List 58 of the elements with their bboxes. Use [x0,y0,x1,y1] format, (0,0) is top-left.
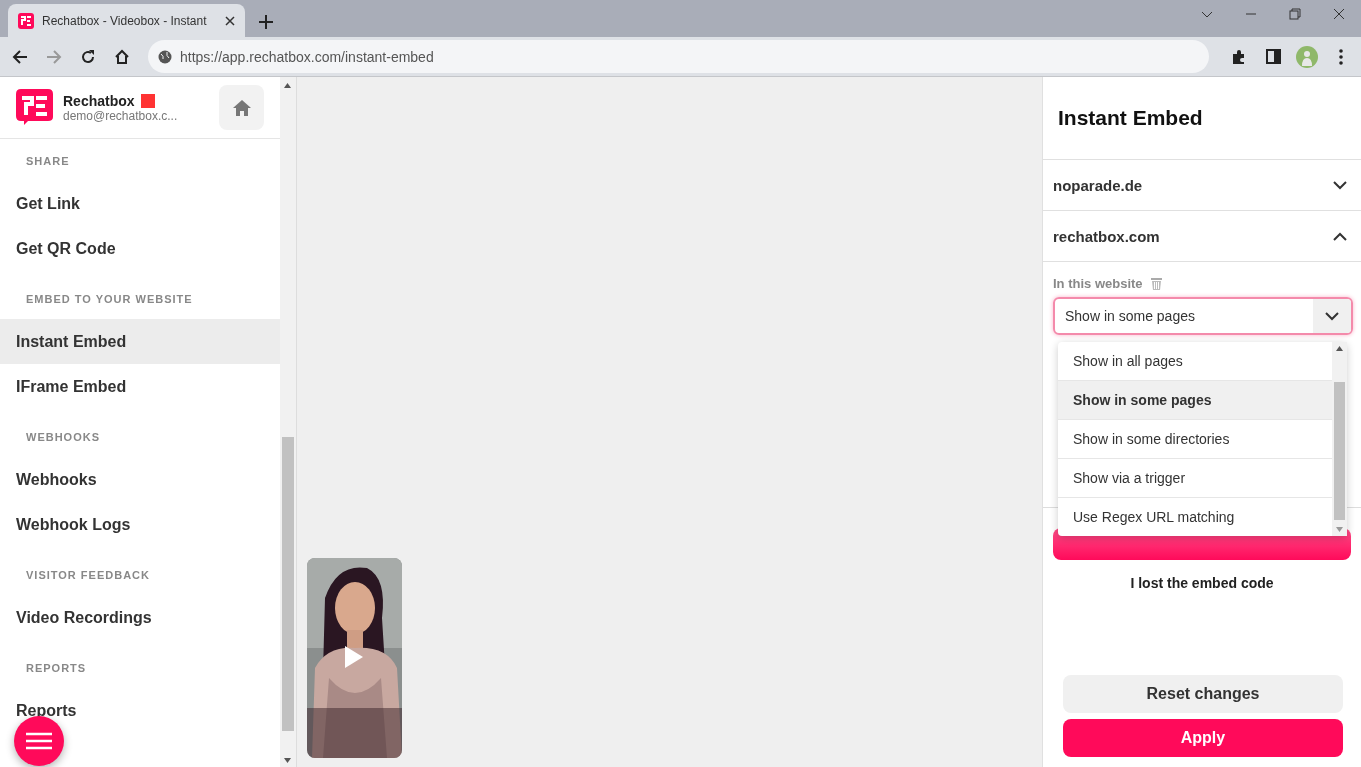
brand-name: Rechatbox [63,92,135,109]
address-bar[interactable]: https://app.rechatbox.com/instant-embed [148,40,1209,73]
home-icon [232,99,251,116]
new-tab-icon[interactable] [259,15,273,29]
chevron-down-icon [1333,180,1347,190]
sidebar-item[interactable]: IFrame Embed [0,364,280,409]
apply-button[interactable]: Apply [1063,719,1343,757]
square-icon [140,93,155,108]
section-heading: SHARE [25,154,71,169]
logo-icon [18,12,34,29]
tab-title: Rechatbox - Videobox - Instant [42,13,208,28]
website-row[interactable]: rechatbox.com [1043,211,1361,262]
puzzle-icon[interactable] [1231,48,1247,65]
globe-icon [158,49,172,64]
reset-button[interactable]: Reset changes [1063,675,1343,713]
side-panel-icon[interactable] [1265,49,1281,64]
chevron-up-icon [1333,231,1347,241]
play-icon [345,646,363,668]
dropdown-option[interactable]: Use Regex URL matching [1058,498,1332,536]
page-select[interactable]: Show in some pages [1053,297,1353,335]
section-heading: EMBED TO YOUR WEBSITE [25,292,194,307]
section-heading: WEBHOOKS [25,430,101,445]
browser-tab[interactable]: Rechatbox - Videobox - Instant [8,4,245,37]
website-row[interactable]: noparade.de [1043,160,1361,211]
field-label: In this website [1053,276,1143,291]
close-icon[interactable] [225,15,235,26]
restore-icon[interactable] [1289,8,1301,20]
scrollbar[interactable] [1332,342,1347,536]
sidebar-item[interactable]: Instant Embed [0,319,280,364]
user-email: demo@rechatbox.c... [63,108,178,123]
close-icon[interactable] [1333,8,1345,20]
sidebar-item[interactable]: Get QR Code [0,226,280,271]
website-domain: rechatbox.com [1053,227,1160,245]
dropdown-option[interactable]: Show in some pages [1058,381,1332,420]
menu-icon [26,732,52,750]
home-button[interactable] [219,85,264,130]
caret-up-icon[interactable] [284,83,291,88]
lost-code-link[interactable]: I lost the embed code [1124,574,1280,592]
caret-up-icon[interactable] [1336,346,1343,351]
menu-icon[interactable] [1339,48,1343,65]
sidebar-item[interactable]: Webhooks [0,457,280,502]
sidebar-item[interactable]: Webhook Logs [0,502,280,547]
section-heading: VISITOR FEEDBACK [25,568,151,583]
url-text: https://app.rechatbox.com/instant-embed [180,48,434,65]
sidebar-item[interactable]: Reports [0,688,280,733]
scrollbar[interactable] [280,77,297,767]
website-domain: noparade.de [1053,176,1143,194]
reload-icon[interactable] [80,48,96,65]
back-icon[interactable] [12,48,28,65]
menu-button[interactable] [14,716,64,766]
sidebar-item[interactable]: Get Link [0,181,280,226]
logo-icon [16,89,53,126]
section-heading: REPORTS [25,661,88,676]
chevron-down-icon [1325,311,1339,321]
home-icon[interactable] [114,48,130,65]
sidebar-item[interactable]: Video Recordings [0,595,280,640]
caret-down-icon[interactable] [284,758,291,763]
panel-title: Instant Embed [1043,77,1361,160]
